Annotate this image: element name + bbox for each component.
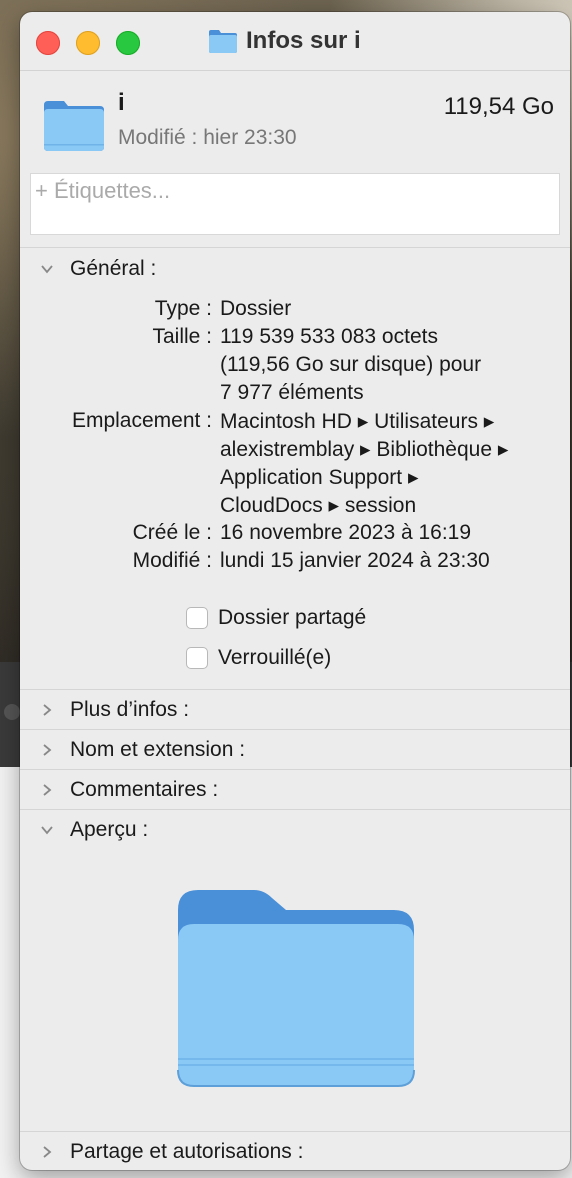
general-row-value: Macintosh HD ▸ Utilisateurs ▸ [220,410,495,433]
close-button[interactable] [36,31,60,55]
window-title: Infos sur i [246,27,361,54]
general-row-value: CloudDocs ▸ session [220,494,417,517]
title-bar[interactable]: Infos sur i [20,12,570,71]
section-general[interactable]: Général : [20,249,570,289]
general-row-value: Application Support ▸ [220,466,419,489]
folder-icon [209,30,237,53]
general-row-value: 7 977 éléments [220,381,364,404]
general-row-value: alexistremblay ▸ Bibliothèque ▸ [220,438,509,461]
general-row: Type : Dossier [20,297,570,325]
section-preview-label: Aperçu : [70,818,149,841]
chevron-right-icon [43,704,52,716]
section-name-extension[interactable]: Nom et extension : [20,730,570,770]
chevron-right-icon [43,1146,52,1158]
chevron-down-icon [41,265,53,274]
general-row: Taille : 119 539 533 083 octets (119,56 Go… [20,325,570,409]
folder-preview-icon [177,890,415,1087]
general-row-key: Créé le : [132,521,212,544]
locked-label: Verrouillé(e) [218,646,332,669]
general-row-value: (119,56 Go sur disque) pour [220,353,482,376]
info-header: i 119,54 Go Modifié : hier 23:30 [20,71,570,173]
general-row-value: Dossier [220,297,292,320]
chevron-right-icon [43,744,52,756]
minimize-button[interactable] [76,31,100,55]
locked-checkbox[interactable] [186,647,208,669]
general-row-value: lundi 15 janvier 2024 à 23:30 [220,549,490,572]
background-control [4,704,20,720]
folder-icon [44,101,104,151]
section-more-info-label: Plus d’infos : [70,698,190,721]
divider [20,247,570,248]
general-row: Modifié : lundi 15 janvier 2024 à 23:30 [20,549,570,577]
chevron-right-icon [43,784,52,796]
shared-folder-checkbox[interactable] [186,607,208,629]
general-row-key: Emplacement : [71,409,212,432]
general-row-key: Modifié : [132,549,212,572]
section-comments[interactable]: Commentaires : [20,770,570,810]
general-row: Emplacement : Macintosh HD ▸ Utilisateurs… [20,409,570,521]
section-more-info[interactable]: Plus d’infos : [20,690,570,730]
chevron-down-icon [41,826,53,835]
zoom-button[interactable] [116,31,140,55]
item-name: i [118,89,125,116]
general-row-value: 119 539 533 083 octets [220,325,438,348]
section-comments-label: Commentaires : [70,778,219,801]
section-preview[interactable]: Aperçu : [20,810,570,850]
section-sharing[interactable]: Partage et autorisations : [20,1132,570,1170]
item-modified: Modifié : hier 23:30 [118,126,297,149]
section-sharing-label: Partage et autorisations : [70,1140,304,1163]
tags-field[interactable]: + Étiquettes... [30,173,560,235]
section-general-label: Général : [70,257,157,280]
shared-folder-option[interactable]: Dossier partagé [186,606,366,630]
item-size: 119,54 Go [443,93,554,120]
locked-option[interactable]: Verrouillé(e) [186,646,331,670]
general-row: Créé le : 16 novembre 2023 à 16:19 [20,521,570,549]
general-row-key: Taille : [152,325,212,348]
window-title-group: Infos sur i [208,26,361,56]
shared-folder-label: Dossier partagé [218,606,367,629]
general-row-key: Type : [154,297,212,320]
info-window: Infos sur i i 119,54 Go Modifié : hier 2… [20,12,570,1170]
section-name-extension-label: Nom et extension : [70,738,246,761]
general-row-value: 16 novembre 2023 à 16:19 [220,521,472,544]
